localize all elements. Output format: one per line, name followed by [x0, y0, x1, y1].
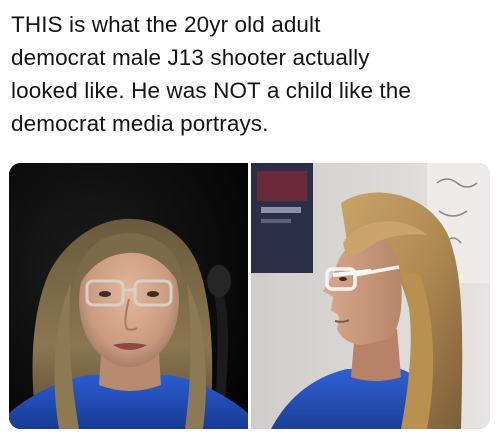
- post-text-line-2: democrat male J13 shooter actually: [11, 45, 370, 70]
- post-text: THIS is what the 20yr old adult democrat…: [11, 8, 491, 140]
- photo-left-illustration: [9, 163, 248, 429]
- post-text-line-1: THIS is what the 20yr old adult: [11, 12, 321, 37]
- media-container[interactable]: [9, 163, 490, 429]
- post: THIS is what the 20yr old adult democrat…: [0, 0, 500, 433]
- post-text-line-3: looked like. He was NOT a child like the: [11, 78, 412, 103]
- photo-left[interactable]: [9, 163, 248, 429]
- photo-right[interactable]: [251, 163, 490, 429]
- post-text-line-4: democrat media portrays.: [11, 111, 269, 136]
- photo-right-illustration: [251, 163, 490, 429]
